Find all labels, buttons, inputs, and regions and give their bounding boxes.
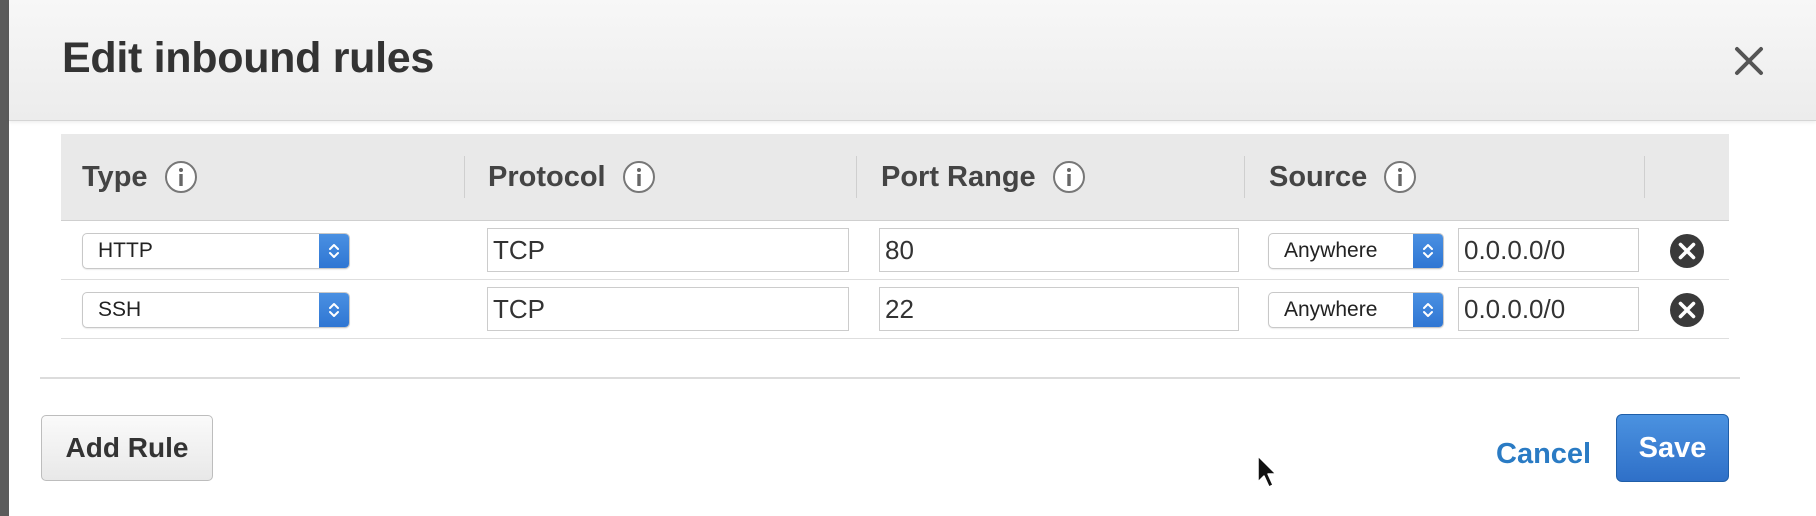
- port-range-field[interactable]: [879, 287, 1239, 331]
- cidr-field[interactable]: [1458, 287, 1639, 331]
- column-header-source: Source: [1269, 134, 1417, 220]
- type-select[interactable]: HTTP: [82, 233, 350, 269]
- footer-divider: [40, 377, 1740, 379]
- cancel-link[interactable]: Cancel: [1496, 438, 1591, 471]
- source-select-value: Anywhere: [1284, 239, 1378, 262]
- dialog-header: Edit inbound rules: [9, 0, 1816, 121]
- source-select-value: Anywhere: [1284, 298, 1378, 321]
- info-icon[interactable]: [622, 160, 656, 194]
- info-icon[interactable]: [1052, 160, 1086, 194]
- select-arrows-icon: [1413, 293, 1443, 327]
- save-button[interactable]: Save: [1616, 414, 1729, 482]
- column-label: Protocol: [488, 160, 606, 193]
- remove-circle-icon[interactable]: [1669, 292, 1705, 328]
- type-select[interactable]: SSH: [82, 292, 350, 328]
- column-divider: [856, 156, 857, 198]
- select-arrows-icon: [1413, 234, 1443, 268]
- table-row: HTTP Anywhere: [61, 221, 1729, 280]
- remove-circle-icon[interactable]: [1669, 233, 1705, 269]
- column-label: Type: [82, 160, 148, 193]
- close-icon[interactable]: [1731, 43, 1767, 79]
- dialog-title: Edit inbound rules: [62, 34, 435, 82]
- column-divider: [464, 156, 465, 198]
- column-header-protocol: Protocol: [488, 134, 656, 220]
- type-select-value: HTTP: [98, 239, 153, 262]
- select-arrows-icon: [319, 293, 349, 327]
- info-icon[interactable]: [1383, 160, 1417, 194]
- info-icon[interactable]: [164, 160, 198, 194]
- window-frame-edge: [0, 0, 9, 516]
- cidr-field[interactable]: [1458, 228, 1639, 272]
- column-label: Source: [1269, 160, 1368, 193]
- table-header: Type Protocol Port Range Source: [61, 134, 1729, 221]
- column-header-port-range: Port Range: [881, 134, 1086, 220]
- column-divider: [1244, 156, 1245, 198]
- column-divider: [1644, 156, 1645, 198]
- inbound-rules-table: Type Protocol Port Range Source HTTP TCP…: [61, 134, 1729, 339]
- protocol-field[interactable]: [487, 287, 849, 331]
- column-label: Port Range: [881, 160, 1036, 193]
- table-row: SSH Anywhere: [61, 280, 1729, 339]
- select-arrows-icon: [319, 234, 349, 268]
- source-select[interactable]: Anywhere: [1268, 233, 1444, 269]
- column-header-type: Type: [82, 134, 198, 220]
- type-select-value: SSH: [98, 298, 142, 321]
- add-rule-button[interactable]: Add Rule: [41, 415, 213, 481]
- protocol-field[interactable]: [487, 228, 849, 272]
- source-select[interactable]: Anywhere: [1268, 292, 1444, 328]
- port-range-field[interactable]: [879, 228, 1239, 272]
- mouse-cursor-icon: [1256, 454, 1280, 492]
